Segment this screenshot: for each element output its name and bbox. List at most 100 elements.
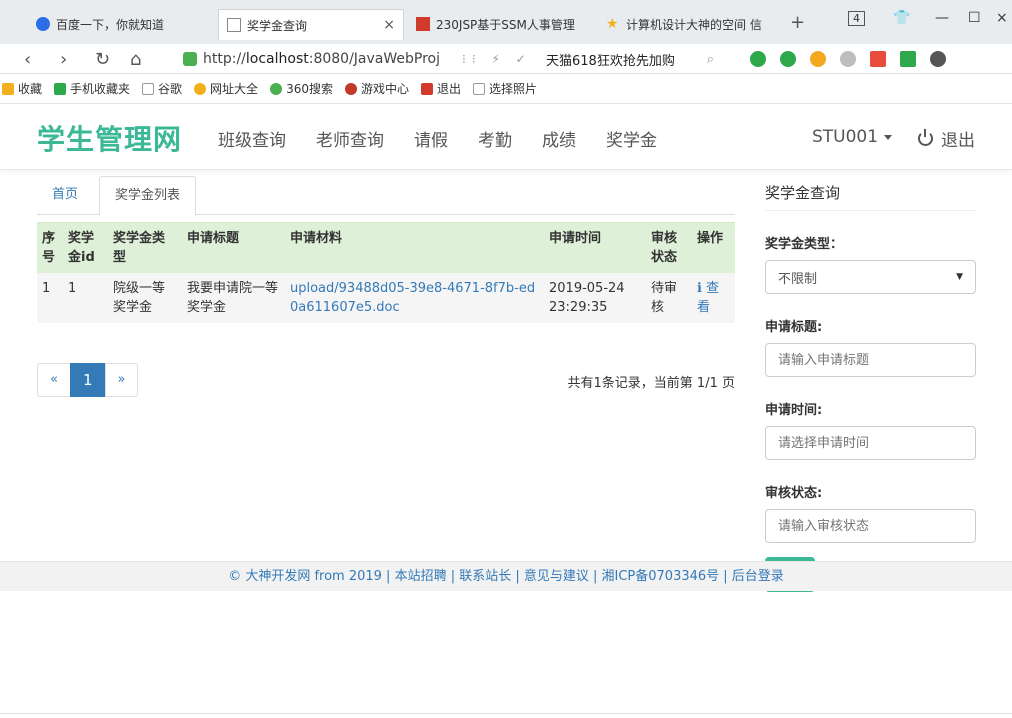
type-label: 奖学金类型： bbox=[765, 237, 844, 252]
next-page-button[interactable]: » bbox=[104, 363, 139, 397]
bookmark-label: 网址大全 bbox=[210, 82, 259, 96]
page-divider bbox=[0, 713, 1012, 714]
cell-type: 院级一等奖学金 bbox=[108, 273, 182, 323]
cell-material: upload/93488d05-39e8-4671-8f7b-ed0a61160… bbox=[285, 273, 544, 323]
logout-label: 退出 bbox=[941, 131, 975, 151]
cell-action: ℹ 查看 bbox=[692, 273, 735, 323]
browser-tab-title: 230JSP基于SSM人事管理 bbox=[436, 17, 575, 32]
site-navbar: 学生管理网 班级查询 老师查询 请假 考勤 成绩 奖学金 STU001 退出 bbox=[0, 104, 1012, 170]
tab-scholarship-list[interactable]: 奖学金列表 bbox=[99, 176, 197, 216]
prev-page-button[interactable]: « bbox=[37, 363, 71, 397]
caret-down-icon bbox=[884, 134, 893, 140]
menu-class-query[interactable]: 班级查询 bbox=[218, 126, 286, 151]
bookmark-favorites[interactable]: 收藏 bbox=[2, 80, 42, 97]
translate-icon[interactable] bbox=[780, 51, 796, 67]
maximize-icon[interactable]: ☐ bbox=[968, 10, 981, 26]
bookmark-label: 谷歌 bbox=[158, 82, 183, 96]
browser-tab-ssm[interactable]: 230JSP基于SSM人事管理 bbox=[408, 10, 590, 38]
table-row: 1 1 院级一等奖学金 我要申请院一等奖学金 upload/93488d05-3… bbox=[37, 273, 735, 323]
emoji-icon[interactable] bbox=[840, 51, 856, 67]
page-icon bbox=[227, 18, 241, 32]
menu-leave[interactable]: 请假 bbox=[414, 126, 448, 151]
undo-icon[interactable] bbox=[930, 51, 946, 67]
main-menu: 班级查询 老师查询 请假 考勤 成绩 奖学金 bbox=[218, 126, 657, 151]
pagination: « 1 » bbox=[37, 363, 139, 397]
bookmark-directory[interactable]: 网址大全 bbox=[194, 80, 258, 97]
search-icon[interactable]: ⌕ bbox=[707, 52, 714, 67]
bookmark-label: 收藏 bbox=[18, 82, 43, 96]
browser-tab-title: 奖学金查询 bbox=[247, 18, 308, 33]
user-name: STU001 bbox=[812, 127, 879, 147]
reload-icon[interactable]: ↻ bbox=[95, 49, 110, 70]
logout-link[interactable]: 退出 bbox=[918, 126, 975, 151]
column-header: 奖学金id bbox=[63, 222, 108, 273]
view-link[interactable]: ℹ 查看 bbox=[697, 281, 719, 315]
url-field[interactable]: http://localhost:8080/JavaWebProj bbox=[183, 48, 483, 70]
browser-tab-baidu[interactable]: 百度一下，你就知道 bbox=[28, 10, 218, 38]
type-select[interactable]: 不限制 ▼ bbox=[765, 260, 976, 294]
bookmark-mobile[interactable]: 手机收藏夹 bbox=[54, 80, 130, 97]
paw-icon bbox=[36, 17, 50, 31]
shirt-icon[interactable]: 👕 bbox=[893, 10, 910, 26]
back-icon[interactable]: ‹ bbox=[24, 49, 31, 70]
type-selected-value: 不限制 bbox=[778, 271, 818, 287]
close-icon[interactable]: × bbox=[383, 17, 395, 33]
browser-search-text: 天猫618狂欢抢先加购 bbox=[546, 53, 675, 69]
status-label: 审核状态: bbox=[765, 486, 823, 501]
site-logo-icon bbox=[416, 17, 430, 31]
column-header: 申请标题 bbox=[182, 222, 285, 273]
battery-icon[interactable] bbox=[900, 51, 916, 67]
bookmark-360[interactable]: 360搜索 bbox=[270, 80, 333, 97]
grid-icon[interactable]: ⁝⁝ ⚡ ✓ bbox=[462, 52, 532, 66]
scissors-icon[interactable] bbox=[750, 51, 766, 67]
site-brand[interactable]: 学生管理网 bbox=[37, 118, 182, 158]
bookmark-label: 手机收藏夹 bbox=[70, 82, 131, 96]
search-360-icon bbox=[270, 82, 283, 95]
apps-icon[interactable] bbox=[870, 51, 886, 67]
menu-grades[interactable]: 成绩 bbox=[542, 126, 576, 151]
bookmark-games[interactable]: 游戏中心 bbox=[344, 80, 409, 97]
material-link[interactable]: upload/93488d05-39e8-4671-8f7b-ed0a61160… bbox=[290, 281, 535, 315]
browser-tab-space[interactable]: ★ 计算机设计大神的空间 信 bbox=[598, 10, 778, 38]
security-shield-icon bbox=[183, 52, 197, 66]
page-icon bbox=[142, 82, 155, 95]
bookmark-photos[interactable]: 选择照片 bbox=[473, 80, 537, 97]
tab-count-badge[interactable]: 4 bbox=[848, 11, 865, 26]
column-header: 审核状态 bbox=[646, 222, 692, 273]
new-tab-icon[interactable]: + bbox=[790, 12, 805, 33]
search-panel: 奖学金查询 奖学金类型： 不限制 ▼ 申请标题: 申请时间: 审核状态: 查询 bbox=[765, 176, 976, 592]
browser-toolbar bbox=[750, 51, 946, 67]
star-icon bbox=[2, 82, 14, 95]
page-1-button[interactable]: 1 bbox=[69, 363, 106, 397]
bookmark-google[interactable]: 谷歌 bbox=[142, 80, 182, 97]
panel-title: 奖学金查询 bbox=[765, 176, 976, 211]
bookmark-exit[interactable]: 退出 bbox=[420, 80, 461, 97]
status-input[interactable] bbox=[765, 509, 976, 543]
bookmark-label: 选择照片 bbox=[489, 82, 538, 96]
game-icon bbox=[344, 82, 357, 95]
star-icon: ★ bbox=[606, 16, 619, 32]
home-icon[interactable]: ⌂ bbox=[130, 49, 141, 70]
close-window-icon[interactable]: × bbox=[996, 10, 1008, 26]
menu-scholarship[interactable]: 奖学金 bbox=[606, 126, 657, 151]
browser-tab-title: 计算机设计大神的空间 信 bbox=[626, 17, 762, 32]
forward-icon[interactable]: › bbox=[60, 49, 67, 70]
address-bar: ‹ › ↻ ⌂ http://localhost:8080/JavaWebPro… bbox=[0, 44, 1012, 74]
url-rest: :8080/JavaWebProj bbox=[308, 51, 440, 67]
menu-teacher-query[interactable]: 老师查询 bbox=[316, 126, 384, 151]
column-header: 申请时间 bbox=[544, 222, 646, 273]
browser-tab-scholarship[interactable]: 奖学金查询 × bbox=[218, 9, 404, 40]
coupon-icon[interactable] bbox=[810, 51, 826, 67]
cell-id: 1 bbox=[63, 273, 108, 323]
tab-home[interactable]: 首页 bbox=[37, 176, 93, 215]
browser-search-field[interactable]: 天猫618狂欢抢先加购 ⌕ bbox=[540, 48, 720, 70]
menu-attendance[interactable]: 考勤 bbox=[478, 126, 512, 151]
user-dropdown[interactable]: STU001 bbox=[812, 127, 893, 147]
bookmark-label: 360搜索 bbox=[286, 82, 333, 96]
minimize-icon[interactable]: — bbox=[935, 10, 949, 26]
title-input[interactable] bbox=[765, 343, 976, 377]
site-footer[interactable]: © 大神开发网 from 2019 | 本站招聘 | 联系站长 | 意见与建议 … bbox=[0, 561, 1012, 591]
column-header: 奖学金类型 bbox=[108, 222, 182, 273]
time-input[interactable] bbox=[765, 426, 976, 460]
browser-tab-title: 百度一下，你就知道 bbox=[56, 17, 165, 32]
